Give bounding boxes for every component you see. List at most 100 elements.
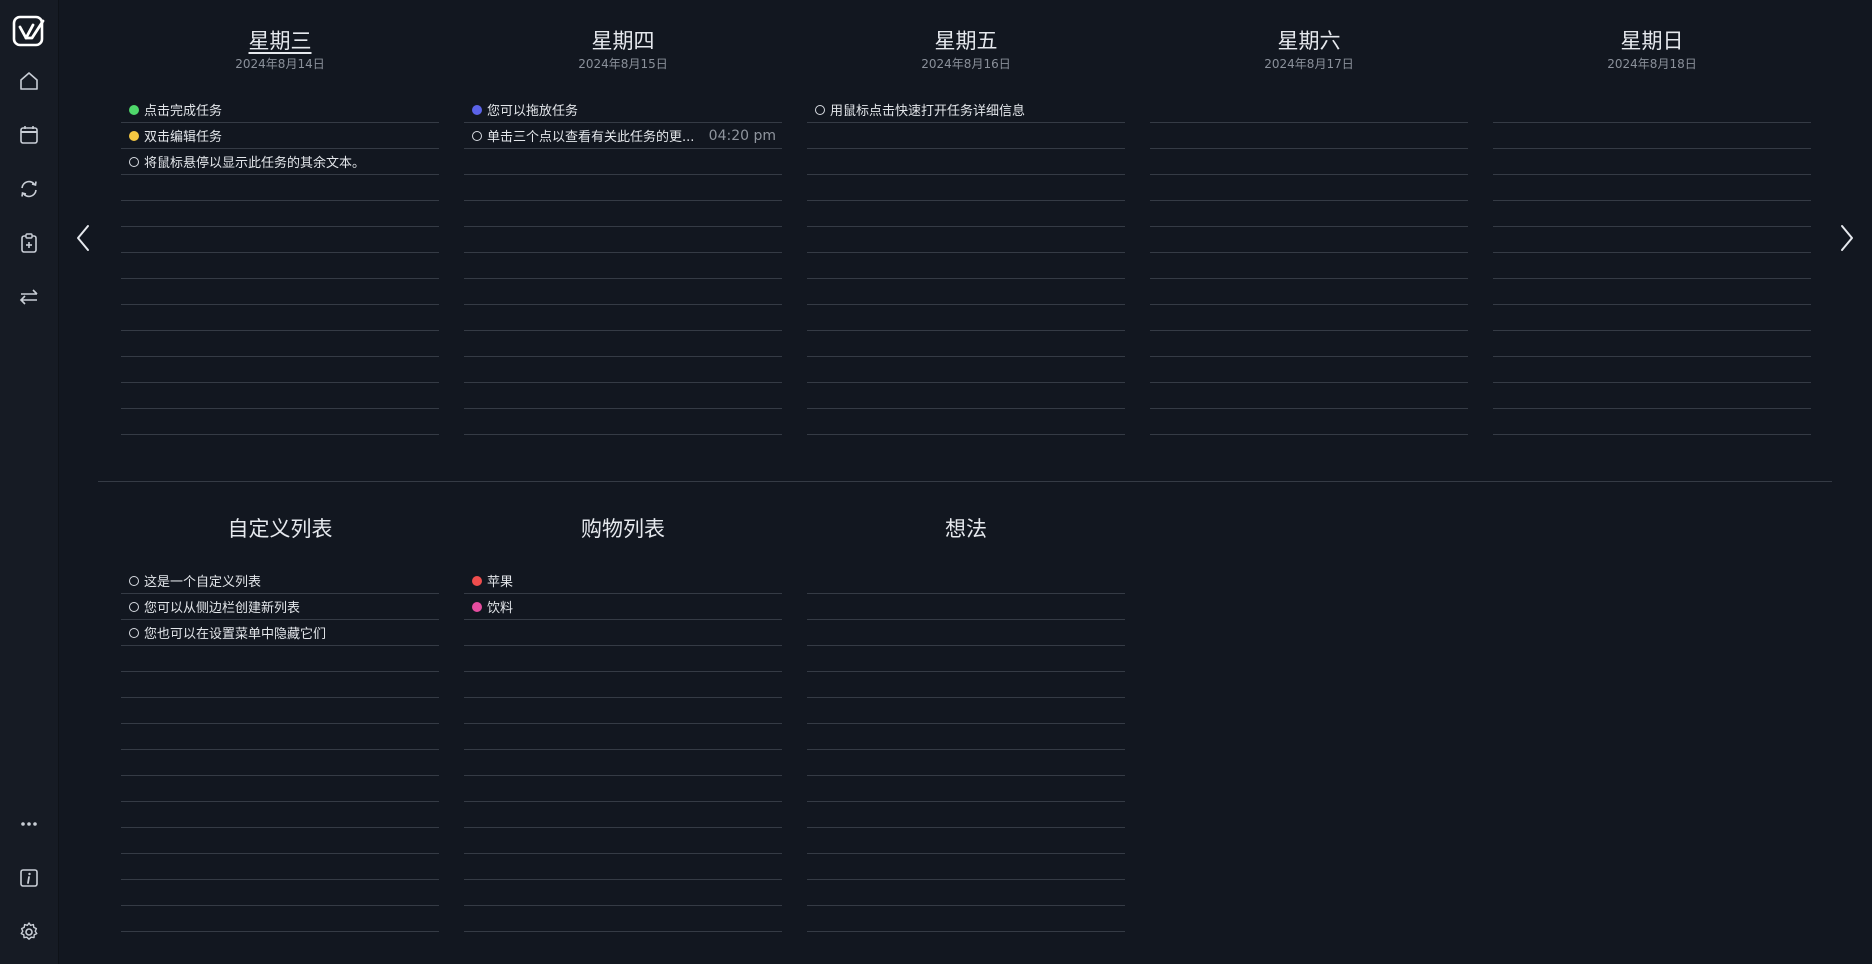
empty-task-slot[interactable] xyxy=(464,906,782,932)
empty-task-slot[interactable] xyxy=(807,646,1125,672)
empty-task-slot[interactable] xyxy=(807,175,1125,201)
empty-task-slot[interactable] xyxy=(1150,409,1468,435)
empty-task-slot[interactable] xyxy=(1150,149,1468,175)
gear-icon[interactable] xyxy=(13,916,45,948)
task-checkbox-circle[interactable] xyxy=(129,627,139,638)
chevron-right-icon[interactable] xyxy=(1832,218,1862,258)
empty-task-slot[interactable] xyxy=(807,828,1125,854)
empty-task-slot[interactable] xyxy=(464,201,782,227)
empty-task-slot[interactable] xyxy=(121,357,439,383)
empty-task-slot[interactable] xyxy=(464,175,782,201)
empty-task-slot[interactable] xyxy=(1150,123,1468,149)
empty-task-slot[interactable] xyxy=(464,383,782,409)
empty-task-slot[interactable] xyxy=(1150,201,1468,227)
empty-task-slot[interactable] xyxy=(807,568,1125,594)
empty-task-slot[interactable] xyxy=(1493,97,1811,123)
task-row[interactable]: 将鼠标悬停以显示此任务的其余文本。 xyxy=(121,149,439,175)
task-row[interactable]: 您也可以在设置菜单中隐藏它们 xyxy=(121,620,439,646)
empty-task-slot[interactable] xyxy=(807,253,1125,279)
day-name[interactable]: 星期日 xyxy=(1493,26,1811,56)
empty-task-slot[interactable] xyxy=(121,331,439,357)
more-dots-icon[interactable] xyxy=(13,808,45,840)
day-name[interactable]: 星期六 xyxy=(1150,26,1468,56)
empty-task-slot[interactable] xyxy=(121,880,439,906)
empty-task-slot[interactable] xyxy=(464,672,782,698)
empty-task-slot[interactable] xyxy=(464,227,782,253)
empty-task-slot[interactable] xyxy=(807,750,1125,776)
empty-task-slot[interactable] xyxy=(807,802,1125,828)
empty-task-slot[interactable] xyxy=(464,750,782,776)
empty-task-slot[interactable] xyxy=(807,698,1125,724)
empty-task-slot[interactable] xyxy=(1150,175,1468,201)
empty-task-slot[interactable] xyxy=(807,227,1125,253)
empty-task-slot[interactable] xyxy=(1493,253,1811,279)
empty-task-slot[interactable] xyxy=(807,672,1125,698)
empty-task-slot[interactable] xyxy=(464,880,782,906)
empty-task-slot[interactable] xyxy=(807,854,1125,880)
empty-task-slot[interactable] xyxy=(464,331,782,357)
empty-task-slot[interactable] xyxy=(121,750,439,776)
task-color-dot[interactable] xyxy=(472,104,482,115)
empty-task-slot[interactable] xyxy=(464,802,782,828)
day-name[interactable]: 星期三 xyxy=(121,26,439,56)
empty-task-slot[interactable] xyxy=(464,724,782,750)
empty-task-slot[interactable] xyxy=(807,149,1125,175)
empty-task-slot[interactable] xyxy=(807,201,1125,227)
empty-task-slot[interactable] xyxy=(807,620,1125,646)
list-title[interactable]: 购物列表 xyxy=(464,514,782,544)
empty-task-slot[interactable] xyxy=(464,698,782,724)
empty-task-slot[interactable] xyxy=(464,854,782,880)
empty-task-slot[interactable] xyxy=(807,594,1125,620)
task-color-dot[interactable] xyxy=(472,601,482,612)
empty-task-slot[interactable] xyxy=(464,620,782,646)
empty-task-slot[interactable] xyxy=(121,201,439,227)
empty-task-slot[interactable] xyxy=(1493,305,1811,331)
empty-task-slot[interactable] xyxy=(464,357,782,383)
empty-task-slot[interactable] xyxy=(1150,305,1468,331)
empty-task-slot[interactable] xyxy=(121,828,439,854)
task-row[interactable]: 这是一个自定义列表 xyxy=(121,568,439,594)
empty-task-slot[interactable] xyxy=(121,802,439,828)
empty-task-slot[interactable] xyxy=(1493,383,1811,409)
info-icon[interactable] xyxy=(13,862,45,894)
task-checkbox-circle[interactable] xyxy=(129,601,139,612)
empty-task-slot[interactable] xyxy=(121,906,439,932)
task-row[interactable]: 您可以从侧边栏创建新列表 xyxy=(121,594,439,620)
clipboard-add-icon[interactable] xyxy=(13,227,45,259)
empty-task-slot[interactable] xyxy=(121,698,439,724)
task-row[interactable]: 您可以拖放任务 xyxy=(464,97,782,123)
empty-task-slot[interactable] xyxy=(464,149,782,175)
empty-task-slot[interactable] xyxy=(1493,123,1811,149)
empty-task-slot[interactable] xyxy=(464,253,782,279)
empty-task-slot[interactable] xyxy=(1493,331,1811,357)
sync-icon[interactable] xyxy=(13,173,45,205)
empty-task-slot[interactable] xyxy=(121,724,439,750)
empty-task-slot[interactable] xyxy=(807,331,1125,357)
task-checkbox-circle[interactable] xyxy=(129,156,139,167)
task-row[interactable]: 苹果 xyxy=(464,568,782,594)
list-title[interactable]: 想法 xyxy=(807,514,1125,544)
task-checkbox-circle[interactable] xyxy=(472,130,482,141)
empty-task-slot[interactable] xyxy=(1150,227,1468,253)
day-name[interactable]: 星期四 xyxy=(464,26,782,56)
empty-task-slot[interactable] xyxy=(121,409,439,435)
empty-task-slot[interactable] xyxy=(464,279,782,305)
empty-task-slot[interactable] xyxy=(121,383,439,409)
empty-task-slot[interactable] xyxy=(121,253,439,279)
empty-task-slot[interactable] xyxy=(121,776,439,802)
empty-task-slot[interactable] xyxy=(807,724,1125,750)
task-row[interactable]: 单击三个点以查看有关此任务的更... 04:20 pm xyxy=(464,123,782,149)
task-checkbox-circle[interactable] xyxy=(129,575,139,586)
empty-task-slot[interactable] xyxy=(1493,227,1811,253)
empty-task-slot[interactable] xyxy=(807,906,1125,932)
empty-task-slot[interactable] xyxy=(807,279,1125,305)
empty-task-slot[interactable] xyxy=(464,776,782,802)
empty-task-slot[interactable] xyxy=(1150,97,1468,123)
empty-task-slot[interactable] xyxy=(807,776,1125,802)
empty-task-slot[interactable] xyxy=(807,357,1125,383)
empty-task-slot[interactable] xyxy=(1493,175,1811,201)
empty-task-slot[interactable] xyxy=(807,383,1125,409)
empty-task-slot[interactable] xyxy=(1493,409,1811,435)
task-row[interactable]: 饮料 xyxy=(464,594,782,620)
empty-task-slot[interactable] xyxy=(464,409,782,435)
